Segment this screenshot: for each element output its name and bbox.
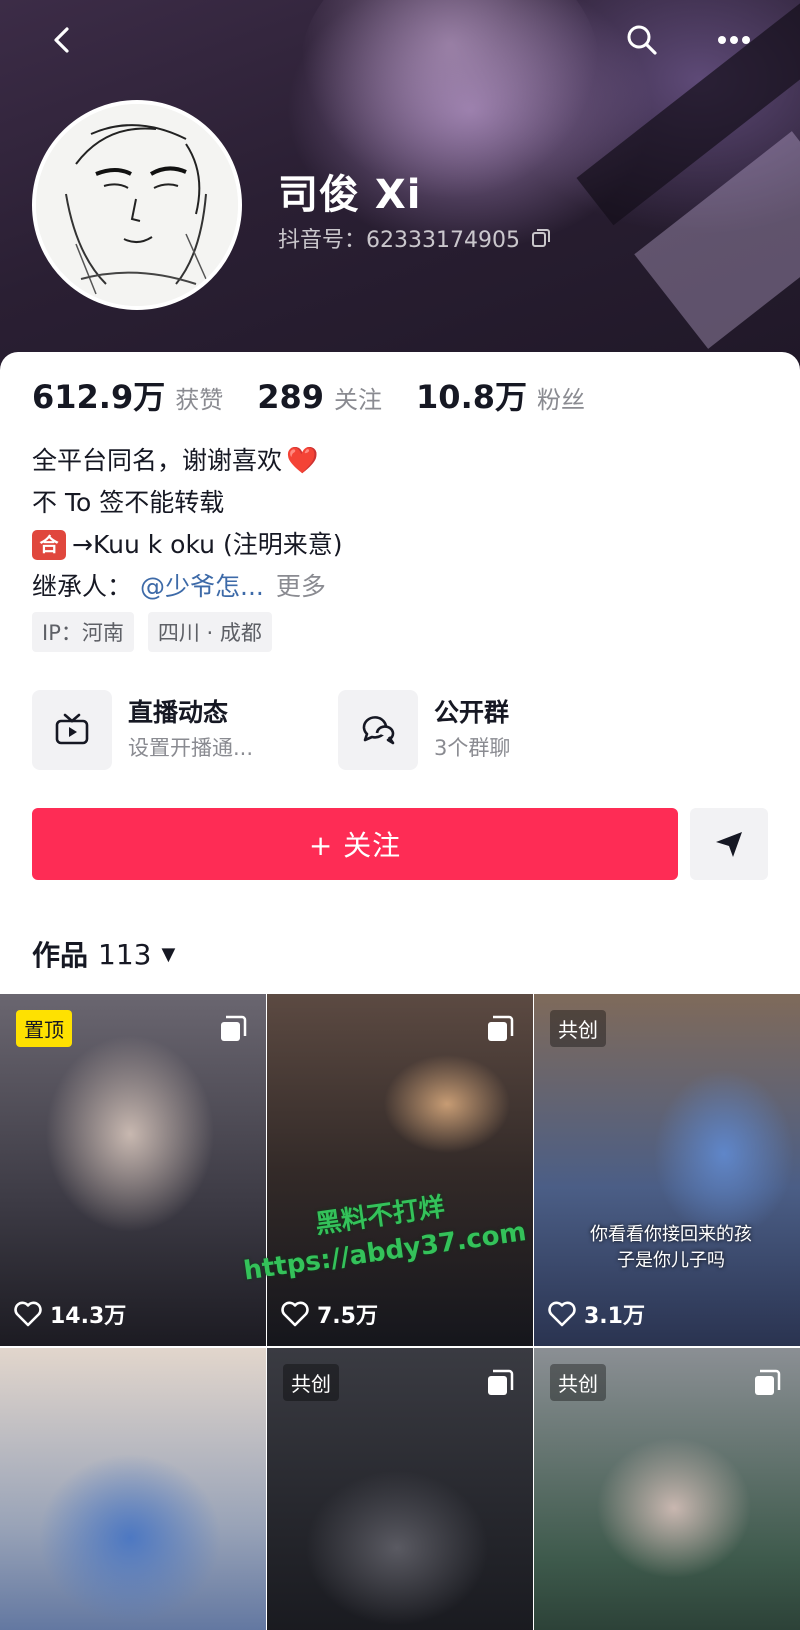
mention-link[interactable]: @少爷怎... <box>140 566 264 608</box>
copy-icon[interactable] <box>530 227 552 249</box>
video-tile[interactable]: 共创 <box>267 1348 533 1630</box>
stat-likes[interactable]: 612.9万 获赞 <box>32 372 223 418</box>
co-creation-badge: 共创 <box>550 1010 606 1047</box>
feature-public-group[interactable]: 公开群 3个群聊 <box>338 690 644 770</box>
video-likes-count: 7.5万 <box>317 1304 378 1329</box>
feature-group-subtitle: 3个群聊 <box>434 736 511 760</box>
heart-outline-icon <box>548 1301 576 1327</box>
co-creation-badge: 共创 <box>283 1364 339 1401</box>
he-badge-icon: 合 <box>32 530 66 560</box>
video-caption: 你看看你接回来的孩子是你儿子吗 <box>590 1224 752 1271</box>
heart-outline-icon <box>14 1301 42 1327</box>
feature-live-subtitle: 设置开播通... <box>128 736 254 760</box>
bio-line-4-prefix: 继承人： <box>32 572 133 601</box>
profile-name: 司俊 Xi <box>278 172 422 218</box>
chat-bubbles-icon <box>362 716 395 745</box>
chevron-left-icon <box>54 27 69 53</box>
douyin-id: 62333174905 <box>366 228 520 253</box>
profile-banner: 司俊 Xi 抖音号：62333174905 <box>0 0 800 370</box>
more-dots-icon <box>718 36 750 44</box>
video-tile[interactable] <box>0 1348 266 1630</box>
video-tile[interactable]: 共创 <box>534 1348 800 1630</box>
stat-followers[interactable]: 10.8万 粉丝 <box>416 372 585 418</box>
city-tag[interactable]: 四川 · 成都 <box>147 612 272 652</box>
share-button[interactable] <box>690 808 768 880</box>
bio-line-1: 全平台同名，谢谢喜欢 <box>32 446 283 475</box>
multi-image-icon <box>221 1015 247 1041</box>
video-grid: 置顶 14.3万 7.5万 共创 你看看你接回来的孩子是你儿子吗 3.1万 共创… <box>0 994 800 1630</box>
video-tile[interactable]: 置顶 14.3万 <box>0 994 266 1346</box>
works-count: 113 <box>98 937 152 971</box>
search-icon <box>627 25 657 55</box>
profile-card: 612.9万 获赞 289 关注 10.8万 粉丝 全平台同名，谢谢喜欢 ❤️ … <box>0 352 800 1630</box>
stats-row: 612.9万 获赞 289 关注 10.8万 粉丝 <box>32 372 619 418</box>
video-likes-count: 3.1万 <box>584 1304 645 1329</box>
video-likes-count: 14.3万 <box>50 1304 127 1329</box>
back-button[interactable] <box>40 18 84 62</box>
more-options-button[interactable] <box>712 18 756 62</box>
video-likes: 3.1万 <box>548 1298 645 1330</box>
multi-image-icon <box>755 1369 781 1395</box>
douyin-id-row[interactable]: 抖音号：62333174905 <box>278 222 552 254</box>
stat-followers-value: 10.8万 <box>416 378 527 416</box>
send-icon <box>716 832 742 857</box>
tv-icon <box>55 713 89 745</box>
works-label: 作品 <box>32 939 89 972</box>
multi-image-icon <box>488 1015 514 1041</box>
bio: 全平台同名，谢谢喜欢 ❤️ 不 To 签不能转载 合 →Kuu k oku (注… <box>32 440 342 608</box>
avatar[interactable] <box>32 100 242 310</box>
bio-line-2: 不 To 签不能转载 <box>32 488 225 517</box>
avatar-sketch-image <box>36 104 238 306</box>
stat-followers-label: 粉丝 <box>537 386 585 414</box>
feature-group-title: 公开群 <box>434 698 510 727</box>
multi-image-icon <box>488 1369 514 1395</box>
heart-outline-icon <box>281 1301 309 1327</box>
search-button[interactable] <box>620 18 664 62</box>
bio-line-3: →Kuu k oku (注明来意) <box>72 530 343 559</box>
red-heart-icon: ❤️ <box>286 446 319 476</box>
video-tile[interactable]: 共创 你看看你接回来的孩子是你儿子吗 3.1万 <box>534 994 800 1346</box>
stat-following-label: 关注 <box>334 386 383 414</box>
video-likes: 7.5万 <box>281 1298 378 1330</box>
bio-more-link[interactable]: 更多 <box>276 566 326 608</box>
tags-row: IP：河南 四川 · 成都 <box>32 612 272 652</box>
caret-down-icon: ▼ <box>161 943 176 965</box>
feature-live-title: 直播动态 <box>128 698 229 727</box>
douyin-id-label: 抖音号： <box>278 228 367 253</box>
stat-following-value: 289 <box>257 378 325 416</box>
stat-likes-label: 获赞 <box>175 386 224 414</box>
feature-live-updates[interactable]: 直播动态 设置开播通... <box>32 690 338 770</box>
features-row: 直播动态 设置开播通... 公开群 3个群聊 <box>32 690 772 770</box>
stat-likes-value: 612.9万 <box>32 378 166 416</box>
stat-following[interactable]: 289 关注 <box>257 378 382 416</box>
video-likes: 14.3万 <box>14 1298 126 1330</box>
follow-button[interactable]: + 关注 <box>32 808 678 880</box>
pinned-badge: 置顶 <box>16 1010 72 1047</box>
video-tile[interactable]: 7.5万 <box>267 994 533 1346</box>
ip-location-tag: IP：河南 <box>32 612 134 652</box>
co-creation-badge: 共创 <box>550 1364 606 1401</box>
works-tab[interactable]: 作品 113 ▼ <box>32 934 175 974</box>
